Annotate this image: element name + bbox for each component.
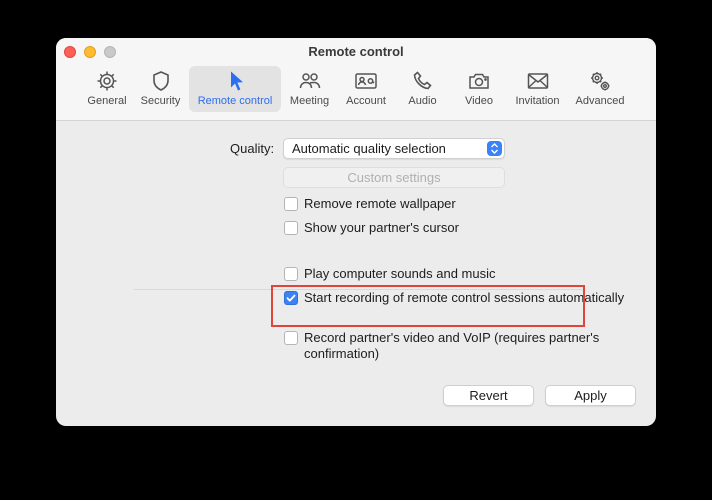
play-sounds-label: Play computer sounds and music: [304, 266, 496, 281]
tab-account[interactable]: Account: [338, 66, 394, 112]
tab-audio-label: Audio: [408, 95, 437, 107]
quality-label: Quality:: [230, 141, 275, 156]
updown-chevron-icon: [487, 141, 502, 156]
tab-security-label: Security: [140, 95, 181, 107]
remote-control-pane: Quality: Automatic quality selection Cus…: [56, 121, 656, 426]
play-sounds-option[interactable]: Play computer sounds and music: [284, 266, 634, 282]
remove-wallpaper-option[interactable]: Remove remote wallpaper: [284, 196, 634, 212]
tab-audio[interactable]: Audio: [394, 66, 451, 112]
envelope-icon: [527, 73, 548, 89]
tab-invitation[interactable]: Invitation: [507, 66, 568, 112]
remove-wallpaper-label: Remove remote wallpaper: [304, 196, 456, 211]
record-video-label: Record partner's video and VoIP (require…: [304, 330, 600, 361]
quality-select-value: Automatic quality selection: [292, 141, 446, 156]
people-icon: [299, 73, 320, 89]
tab-account-label: Account: [346, 95, 386, 107]
preferences-toolbar: General Security Remote control Meeting …: [82, 66, 632, 112]
tab-remote-control-label: Remote control: [197, 95, 273, 107]
gear-icon: [97, 71, 117, 91]
cursor-icon: [231, 71, 243, 91]
shield-icon: [152, 71, 169, 91]
window-title: Remote control: [308, 44, 404, 59]
quality-select[interactable]: Automatic quality selection: [283, 138, 505, 159]
highlight-box: [271, 285, 585, 327]
play-sounds-checkbox[interactable]: [284, 267, 298, 281]
tab-remote-control[interactable]: Remote control: [189, 66, 281, 112]
tab-advanced-label: Advanced: [575, 95, 625, 107]
phone-icon: [413, 71, 432, 90]
apply-button[interactable]: Apply: [545, 385, 636, 406]
camera-icon: [469, 73, 489, 89]
record-video-checkbox[interactable]: [284, 331, 298, 345]
revert-button[interactable]: Revert: [443, 385, 534, 406]
tab-general[interactable]: General: [82, 66, 132, 112]
custom-settings-button: Custom settings: [283, 167, 505, 188]
contact-card-icon: [355, 73, 377, 89]
tab-video-label: Video: [465, 95, 493, 107]
tab-general-label: General: [87, 95, 127, 107]
tab-security[interactable]: Security: [132, 66, 189, 112]
show-cursor-label: Show your partner's cursor: [304, 220, 459, 235]
show-cursor-option[interactable]: Show your partner's cursor: [284, 220, 634, 236]
tab-meeting-label: Meeting: [289, 95, 330, 107]
tab-advanced[interactable]: Advanced: [568, 66, 632, 112]
record-video-option[interactable]: Record partner's video and VoIP (require…: [284, 330, 634, 362]
tab-invitation-label: Invitation: [515, 95, 560, 107]
titlebar: Remote control General Security Remote c…: [56, 38, 656, 121]
remove-wallpaper-checkbox[interactable]: [284, 197, 298, 211]
tab-video[interactable]: Video: [451, 66, 507, 112]
tab-meeting[interactable]: Meeting: [281, 66, 338, 112]
preferences-window: Remote control General Security Remote c…: [56, 38, 656, 426]
gears-icon: [591, 72, 610, 91]
show-cursor-checkbox[interactable]: [284, 221, 298, 235]
